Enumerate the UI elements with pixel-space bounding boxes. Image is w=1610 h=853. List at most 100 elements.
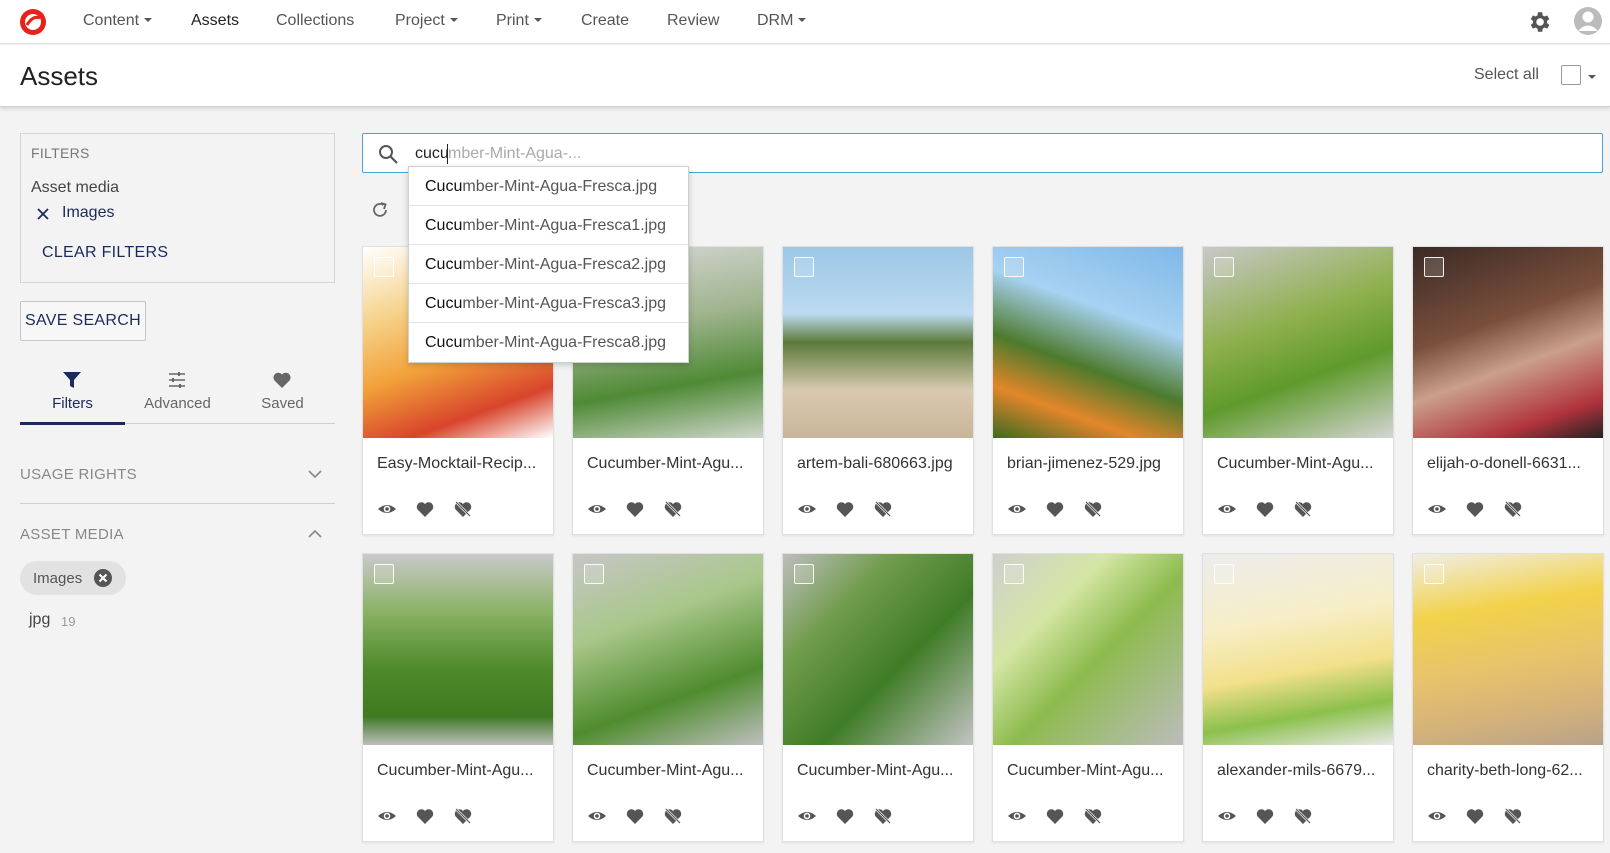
nav-create[interactable]: Create — [581, 12, 629, 30]
asset-select-checkbox[interactable] — [374, 257, 394, 277]
nav-project[interactable]: Project — [395, 12, 458, 30]
heart-off-icon[interactable] — [1293, 806, 1313, 826]
heart-icon[interactable] — [835, 499, 855, 519]
heart-icon[interactable] — [1045, 806, 1065, 826]
app-logo-icon[interactable] — [18, 7, 48, 37]
search-icon — [379, 145, 398, 164]
heart-off-icon[interactable] — [873, 806, 893, 826]
nav-collections[interactable]: Collections — [276, 12, 354, 30]
heart-off-icon[interactable] — [1293, 499, 1313, 519]
heart-off-icon[interactable] — [453, 499, 473, 519]
select-all-checkbox[interactable] — [1561, 65, 1581, 85]
nav-content[interactable]: Content — [83, 12, 153, 30]
facet-jpg[interactable]: jpg — [29, 611, 50, 629]
heart-off-icon[interactable] — [453, 806, 473, 826]
heart-off-icon[interactable] — [1083, 499, 1103, 519]
eye-icon[interactable] — [1007, 806, 1027, 826]
asset-card[interactable]: Cucumber-Mint-Agu... — [362, 553, 554, 842]
asset-select-checkbox[interactable] — [1424, 257, 1444, 277]
heart-off-icon[interactable] — [873, 499, 893, 519]
eye-icon[interactable] — [1007, 499, 1027, 519]
asset-card[interactable]: Cucumber-Mint-Agu... — [1202, 246, 1394, 535]
asset-card[interactable]: Cucumber-Mint-Agu... — [992, 553, 1184, 842]
asset-filename: Cucumber-Mint-Agu... — [587, 455, 744, 472]
suggestion-item[interactable]: Cucumber-Mint-Agua-Fresca3.jpg — [409, 284, 688, 323]
suggestion-rest: mber-Mint-Agua-Fresca1.jpg — [462, 217, 666, 234]
heart-icon[interactable] — [1465, 499, 1485, 519]
asset-select-checkbox[interactable] — [1004, 257, 1024, 277]
suggestion-item[interactable]: Cucumber-Mint-Agua-Fresca1.jpg — [409, 206, 688, 245]
select-all-label[interactable]: Select all — [1474, 66, 1539, 84]
asset-select-checkbox[interactable] — [1424, 564, 1444, 584]
tab-label: Saved — [261, 395, 304, 412]
asset-card[interactable]: alexander-mils-6679... — [1202, 553, 1394, 842]
asset-select-checkbox[interactable] — [794, 564, 814, 584]
heart-off-icon[interactable] — [1083, 806, 1103, 826]
heart-icon — [273, 372, 291, 388]
page-title: Assets — [20, 61, 99, 91]
asset-media-section[interactable]: ASSET MEDIA — [20, 504, 335, 564]
suggestion-item[interactable]: Cucumber-Mint-Agua-Fresca2.jpg — [409, 245, 688, 284]
suggestion-item[interactable]: Cucumber-Mint-Agua-Fresca8.jpg — [409, 323, 688, 362]
eye-icon[interactable] — [377, 499, 397, 519]
heart-icon[interactable] — [1465, 806, 1485, 826]
suggestion-item[interactable]: Cucumber-Mint-Agua-Fresca.jpg — [409, 167, 688, 206]
nav-review[interactable]: Review — [667, 12, 719, 30]
asset-select-checkbox[interactable] — [374, 564, 394, 584]
usage-rights-section[interactable]: USAGE RIGHTS — [20, 444, 335, 504]
nav-print[interactable]: Print — [496, 12, 542, 30]
eye-icon[interactable] — [587, 806, 607, 826]
asset-card[interactable]: charity-beth-long-62... — [1412, 553, 1604, 842]
heart-icon[interactable] — [835, 806, 855, 826]
remove-filter-icon[interactable] — [35, 206, 51, 222]
heart-off-icon[interactable] — [1503, 499, 1523, 519]
asset-select-checkbox[interactable] — [584, 564, 604, 584]
heart-off-icon[interactable] — [1503, 806, 1523, 826]
heart-icon[interactable] — [625, 806, 645, 826]
media-filter-chip[interactable]: Images — [20, 561, 126, 595]
asset-card[interactable]: Cucumber-Mint-Agu... — [572, 553, 764, 842]
clear-filters-button[interactable]: CLEAR FILTERS — [42, 244, 168, 262]
suggestion-match: Cucu — [425, 295, 463, 312]
heart-icon[interactable] — [1255, 499, 1275, 519]
asset-card[interactable]: elijah-o-donell-6631... — [1412, 246, 1604, 535]
nav-drm[interactable]: DRM — [757, 12, 807, 30]
filter-icon — [63, 372, 81, 388]
asset-card[interactable]: artem-bali-680663.jpg — [782, 246, 974, 535]
eye-icon[interactable] — [797, 806, 817, 826]
eye-icon[interactable] — [377, 806, 397, 826]
nav-assets[interactable]: Assets — [191, 12, 239, 30]
heart-off-icon[interactable] — [663, 499, 683, 519]
eye-icon[interactable] — [1427, 806, 1447, 826]
heart-icon[interactable] — [415, 499, 435, 519]
save-search-button[interactable]: SAVE SEARCH — [20, 301, 146, 341]
asset-select-checkbox[interactable] — [1004, 564, 1024, 584]
eye-icon[interactable] — [1217, 806, 1237, 826]
suggestion-rest: mber-Mint-Agua-Fresca3.jpg — [462, 295, 666, 312]
asset-card[interactable]: Cucumber-Mint-Agu... — [782, 553, 974, 842]
asset-select-checkbox[interactable] — [794, 257, 814, 277]
tab-filters[interactable]: Filters — [20, 366, 125, 425]
asset-select-checkbox[interactable] — [1214, 564, 1234, 584]
suggestion-rest: mber-Mint-Agua-Fresca8.jpg — [462, 334, 666, 351]
heart-icon[interactable] — [625, 499, 645, 519]
chip-label: Images — [33, 570, 83, 587]
heart-off-icon[interactable] — [663, 806, 683, 826]
close-circle-icon[interactable] — [93, 568, 113, 588]
select-all-menu-icon[interactable] — [1588, 75, 1596, 79]
eye-icon[interactable] — [1217, 499, 1237, 519]
asset-select-checkbox[interactable] — [1214, 257, 1234, 277]
heart-icon[interactable] — [415, 806, 435, 826]
eye-icon[interactable] — [587, 499, 607, 519]
asset-card[interactable]: brian-jimenez-529.jpg — [992, 246, 1184, 535]
heart-icon[interactable] — [1045, 499, 1065, 519]
asset-filename: elijah-o-donell-6631... — [1427, 455, 1581, 472]
tab-advanced[interactable]: Advanced — [125, 366, 230, 424]
tab-saved[interactable]: Saved — [230, 366, 335, 424]
gear-icon[interactable] — [1526, 9, 1552, 35]
eye-icon[interactable] — [797, 499, 817, 519]
refresh-icon[interactable] — [370, 200, 390, 220]
user-avatar-icon[interactable] — [1573, 6, 1603, 36]
heart-icon[interactable] — [1255, 806, 1275, 826]
eye-icon[interactable] — [1427, 499, 1447, 519]
